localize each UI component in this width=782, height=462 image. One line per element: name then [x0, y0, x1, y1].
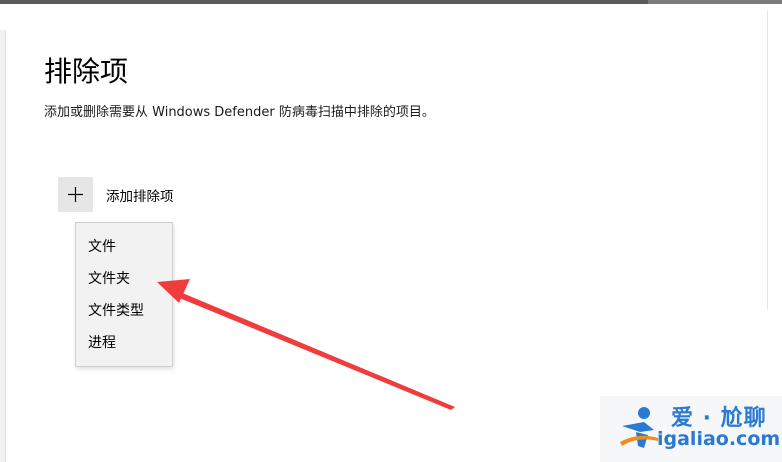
left-navigation-edge	[0, 30, 6, 462]
watermark-url: igaliao.com	[657, 428, 781, 450]
add-exclusion-label: 添加排除项	[106, 188, 174, 205]
window-top-border-segment	[648, 0, 782, 4]
page-title: 排除项	[44, 55, 129, 88]
menu-item-file[interactable]: 文件	[76, 232, 172, 262]
exclusion-type-menu: 文件 文件夹 文件类型 进程	[75, 222, 173, 367]
menu-item-file-type[interactable]: 文件类型	[76, 296, 172, 326]
add-exclusion-button[interactable]: 添加排除项	[58, 177, 174, 212]
menu-item-process[interactable]: 进程	[76, 328, 172, 358]
plus-icon	[58, 177, 93, 212]
window-top-border	[0, 0, 782, 4]
watermark: 爱 · 尬聊 igaliao.com	[600, 396, 782, 462]
menu-item-folder[interactable]: 文件夹	[76, 264, 172, 294]
content-frame-edge	[767, 10, 768, 310]
page-description: 添加或删除需要从 Windows Defender 防病毒扫描中排除的项目。	[44, 105, 435, 120]
